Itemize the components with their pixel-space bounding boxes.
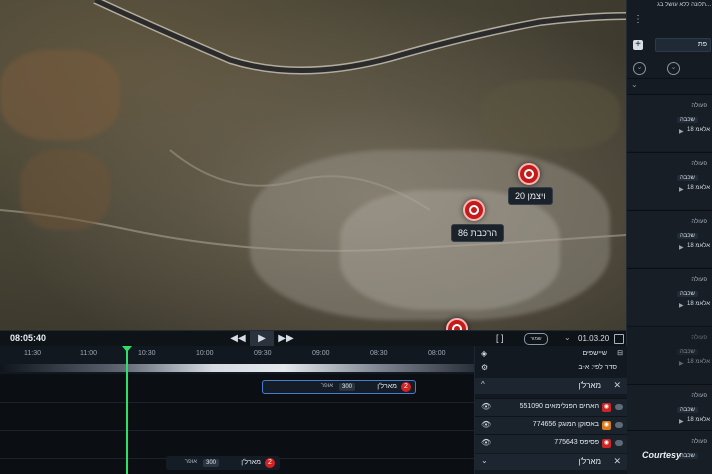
timeline-toolbar: 08:05:40 ◀◀ ▶ ▶▶ (0, 330, 474, 347)
event-sub: אופר (320, 383, 333, 389)
map-label-harakevet[interactable]: הרכבת 86 (451, 224, 505, 242)
fit-range-icon[interactable]: [ ] (496, 333, 504, 343)
layer-group[interactable]: ^ מארל'ן ✕ (475, 378, 627, 394)
chevron-down-icon[interactable]: ⌄ (564, 333, 571, 342)
event-card[interactable]: פעולה שכבה ▶ אלאמ 18 (627, 94, 712, 151)
tick-label: 09:30 (254, 350, 272, 357)
minimize-icon[interactable]: ⊟ (617, 349, 623, 357)
play-icon[interactable]: ▶ (679, 128, 684, 135)
eye-icon[interactable]: 👁 (481, 439, 491, 447)
save-pill[interactable]: שמור (524, 333, 548, 345)
collapse-icon[interactable]: ⌄ (631, 80, 638, 89)
layer-label: האחים הפנלימאים 551090 (519, 403, 599, 410)
layer-type-icon: ◉ (602, 403, 611, 412)
layer-toggle[interactable] (615, 422, 623, 428)
date-display[interactable]: 01.03.20 (578, 334, 609, 343)
more-options-icon[interactable]: ⋮ (633, 14, 643, 25)
close-icon[interactable]: ✕ (613, 456, 621, 467)
layers-icon: ◈ (481, 349, 488, 358)
timeline-event[interactable]: 2 מארל'ן 300 אופר (262, 380, 416, 394)
timeline-event[interactable]: 2 מארל'ן 300 אופר (166, 456, 280, 470)
eye-icon[interactable]: 👁 (481, 421, 491, 429)
layers-header: ◈ שיישפים ⊟ (475, 348, 627, 362)
close-icon[interactable]: ✕ (613, 380, 621, 391)
layer-row[interactable]: 👁 האחים הפנלימאים 551090 ◉ (475, 398, 627, 417)
calendar-icon[interactable] (614, 334, 624, 344)
map-label-weizmann[interactable]: ויצמן 20 (508, 187, 553, 205)
add-button[interactable]: + (633, 40, 643, 50)
playhead[interactable] (126, 346, 128, 474)
event-card[interactable]: פעולה שכבה ▶ אלאמ 18 (627, 152, 712, 209)
chevron-down-icon[interactable]: ⌄ (667, 62, 680, 75)
tick-label: 11:00 (80, 350, 97, 357)
layer-toggle[interactable] (615, 404, 623, 410)
tick-label: 11:30 (24, 350, 41, 357)
play-icon[interactable]: ▶ (679, 360, 684, 367)
timeline-controls: [ ] שמור ⌄ 01.03.20 (474, 330, 626, 347)
event-card[interactable]: פעולה שכבה ▶ אלאמ 18 (627, 268, 712, 325)
right-panel: תלונה ללא עושל בג... ⋮ + פת ⌄ ⌄ ⌄ פעולה … (626, 0, 712, 474)
satellite-map[interactable]: ויצמן 20 הרכבת 86 (0, 0, 626, 330)
layer-label: פסיפס 775643 (554, 439, 599, 446)
play-icon[interactable]: ▶ (679, 302, 684, 309)
layer-label: באסוקן המוגק 774656 (532, 421, 599, 428)
panel-title: תלונה ללא עושל בג... (657, 2, 711, 8)
time-density-bar (0, 364, 474, 372)
layer-type-icon: ◉ (602, 421, 611, 430)
event-name: מארל'ן (241, 459, 261, 466)
chevron-up-icon[interactable]: ^ (481, 380, 485, 389)
event-card[interactable]: פעולה שכבה ▶ אלאמ 18 (627, 210, 712, 267)
event-name: מארל'ן (377, 383, 397, 390)
tick-label: 10:00 (196, 350, 214, 357)
layers-title: שיישפים (582, 350, 607, 357)
chevron-down-icon[interactable]: ⌄ (481, 456, 488, 465)
settings-icon[interactable]: ⚙ (481, 363, 488, 372)
event-chip: 300 (202, 459, 219, 467)
layer-toggle[interactable] (615, 440, 623, 446)
play-icon[interactable]: ▶ (679, 244, 684, 251)
layer-row[interactable]: 👁 באסוקן המוגק 774656 ◉ (475, 416, 627, 435)
rewind-icon[interactable]: ◀◀ (226, 331, 250, 347)
tick-label: 08:30 (370, 350, 388, 357)
play-button[interactable]: ▶ (250, 331, 274, 347)
event-chip: 300 (338, 383, 355, 391)
layers-panel: ◈ שיישפים ⊟ ⚙ סדר לפי: א-ב ^ מארל'ן ✕ 👁 … (474, 346, 627, 474)
event-sub: אופר (184, 459, 197, 465)
tab-main[interactable]: פת (655, 38, 711, 52)
lane-divider (0, 430, 474, 431)
event-card[interactable]: פעולה שכבה ▶ אלאמ 18 (627, 326, 712, 383)
count-badge: 2 (265, 458, 275, 468)
group-label: מארל'ן (578, 381, 601, 390)
play-icon[interactable]: ▶ (679, 418, 684, 425)
lane-divider (0, 402, 474, 403)
tick-label: 10:30 (138, 350, 156, 357)
tick-label: 09:00 (312, 350, 330, 357)
sort-label[interactable]: סדר לפי: א-ב (578, 364, 617, 371)
current-time: 08:05:40 (10, 333, 47, 343)
courtesy-watermark: Courtesy (642, 450, 682, 460)
eye-icon[interactable]: 👁 (481, 403, 491, 411)
layer-type-icon: ◉ (602, 439, 611, 448)
fast-forward-icon[interactable]: ▶▶ (274, 331, 298, 347)
tick-label: 08:00 (428, 350, 446, 357)
layer-group[interactable]: ⌄ מארל'ן ✕ (475, 454, 627, 470)
layer-row[interactable]: 👁 פסיפס 775643 ◉ (475, 434, 627, 453)
sort-row[interactable]: ⚙ סדר לפי: א-ב (475, 362, 627, 376)
group-label: מארל'ן (578, 457, 601, 466)
chevron-down-icon[interactable]: ⌄ (633, 62, 646, 75)
location-marker-icon[interactable] (518, 163, 540, 185)
count-badge: 2 (401, 382, 411, 392)
divider (627, 78, 712, 79)
location-marker-icon[interactable] (463, 199, 485, 221)
play-icon[interactable]: ▶ (679, 186, 684, 193)
